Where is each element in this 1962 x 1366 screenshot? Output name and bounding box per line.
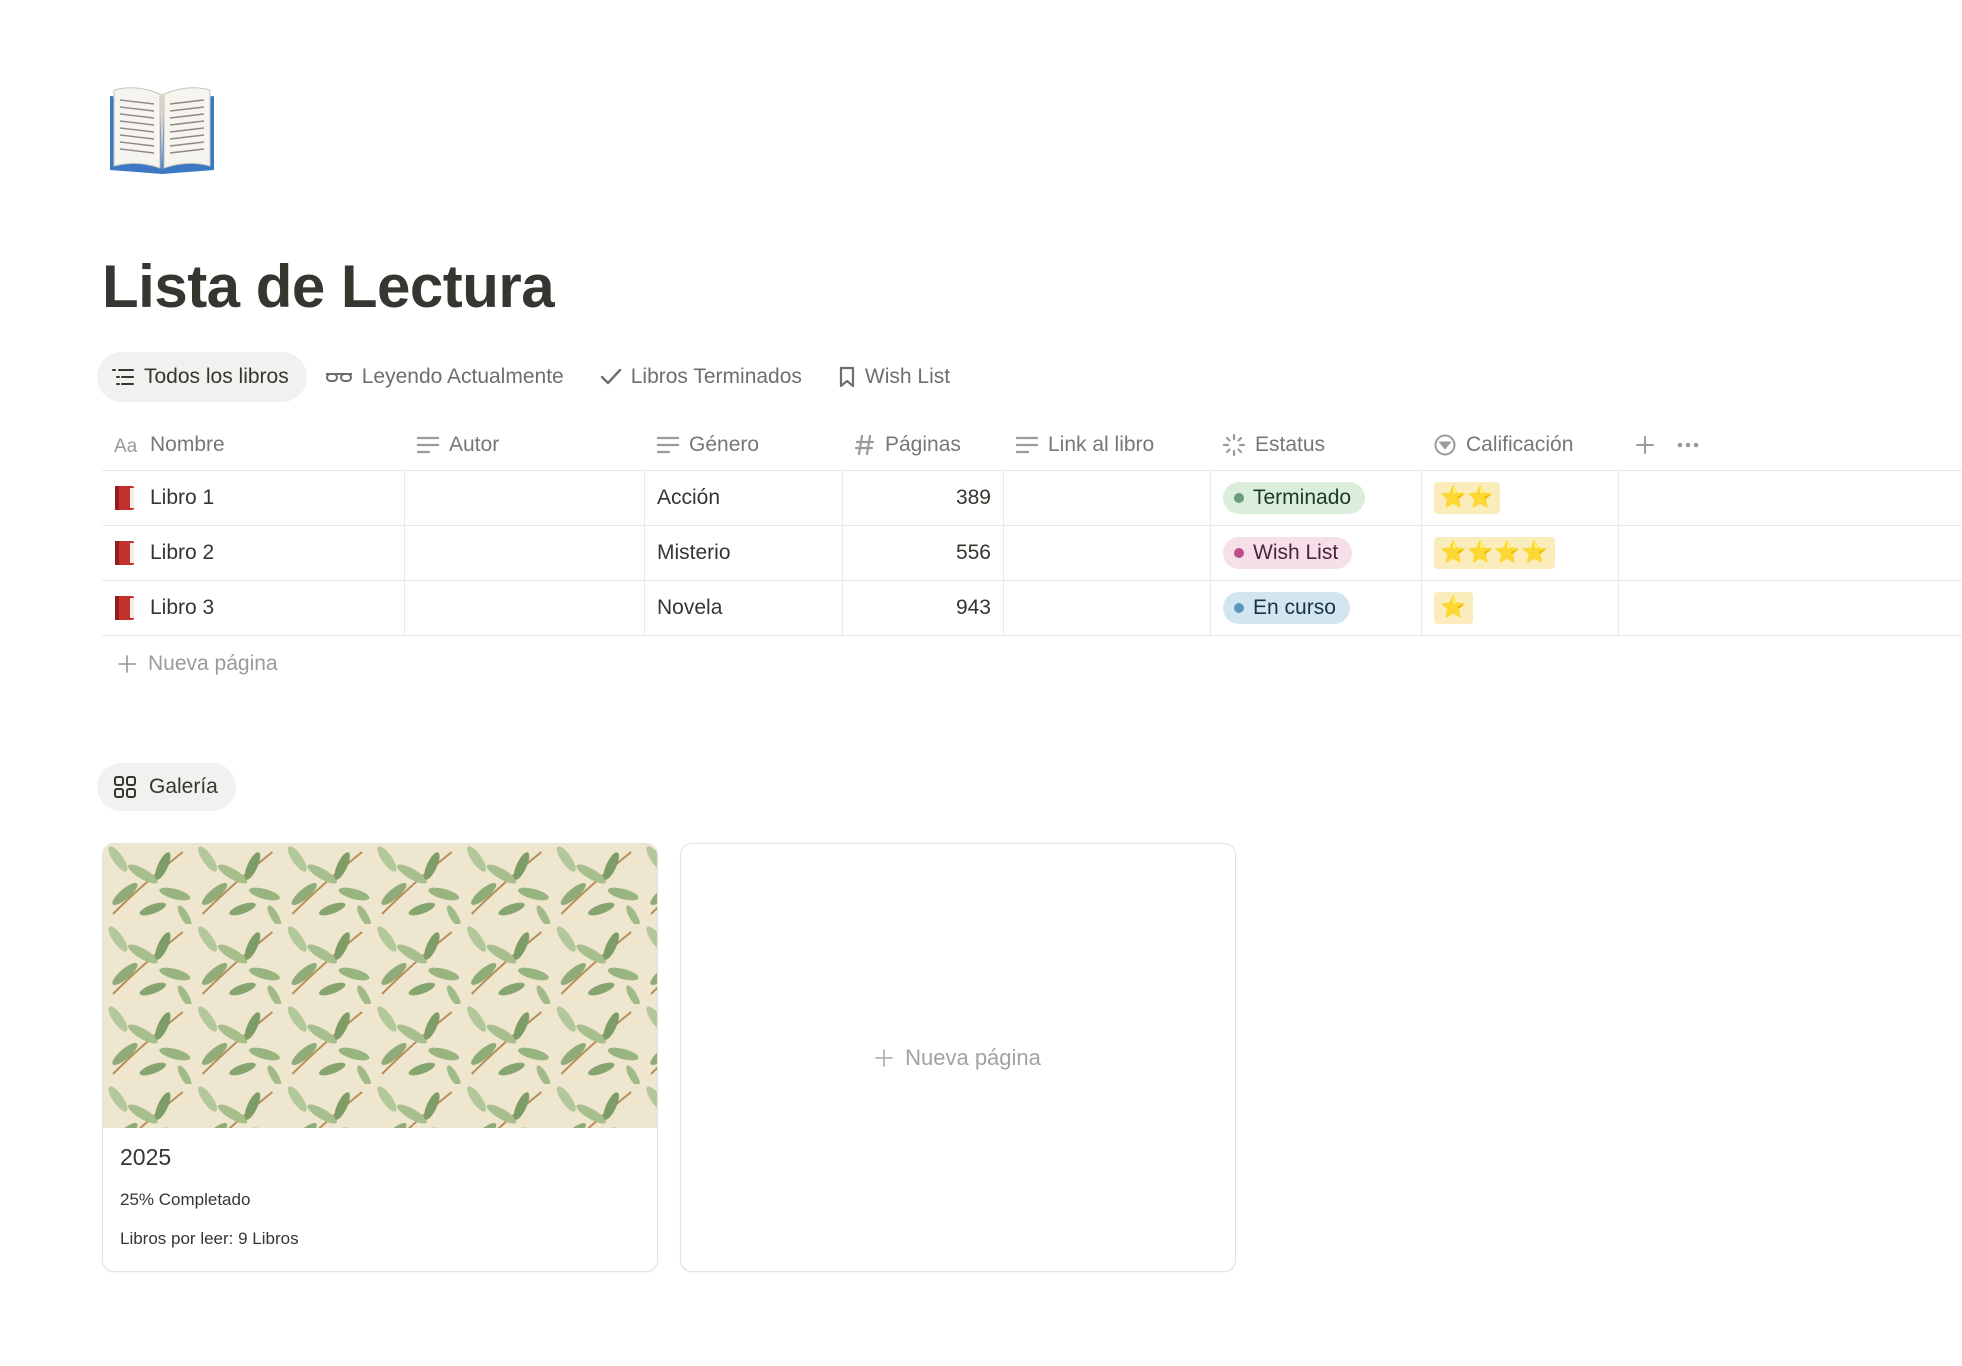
cell-paginas[interactable]: 943 bbox=[843, 581, 1004, 635]
view-tabs: Todos los libros Leyendo Actualmente Lib… bbox=[97, 351, 968, 403]
book-title: Libro 3 bbox=[150, 596, 215, 619]
status-spinner-icon bbox=[1223, 433, 1245, 456]
open-book-icon[interactable] bbox=[106, 82, 218, 178]
add-card-label: Nueva página bbox=[905, 1044, 1041, 1070]
cover-image bbox=[103, 844, 657, 1128]
cell-estatus[interactable]: Wish List bbox=[1211, 526, 1422, 580]
tab-leyendo-actualmente[interactable]: Leyendo Actualmente bbox=[311, 352, 582, 402]
add-gallery-card[interactable]: Nueva página bbox=[680, 843, 1236, 1272]
plus-icon bbox=[875, 1048, 894, 1067]
cell-estatus[interactable]: En curso bbox=[1211, 581, 1422, 635]
checkmark-icon bbox=[600, 368, 621, 385]
gallery-grid-icon bbox=[114, 776, 136, 798]
tab-label: Libros Terminados bbox=[630, 365, 802, 388]
cell-autor[interactable] bbox=[405, 471, 645, 525]
column-header-calificacion[interactable]: Calificación bbox=[1422, 419, 1619, 470]
red-book-icon bbox=[114, 595, 136, 621]
column-header-nombre[interactable]: Aa Nombre bbox=[102, 419, 405, 470]
svg-text:Aa: Aa bbox=[114, 436, 138, 454]
rating-stars: ⭐ bbox=[1434, 592, 1474, 624]
cell-nombre[interactable]: Libro 2 bbox=[102, 526, 405, 580]
tab-libros-terminados[interactable]: Libros Terminados bbox=[586, 352, 820, 402]
cell-genero[interactable]: Misterio bbox=[645, 526, 843, 580]
status-badge: Terminado bbox=[1223, 482, 1366, 514]
column-actions bbox=[1619, 419, 1962, 470]
list-icon bbox=[112, 369, 134, 385]
cell-paginas[interactable]: 556 bbox=[843, 526, 1004, 580]
status-badge: En curso bbox=[1223, 592, 1350, 624]
more-options-icon[interactable] bbox=[1677, 442, 1699, 448]
column-header-estatus[interactable]: Estatus bbox=[1211, 419, 1422, 470]
card-progress: 25% Completado bbox=[120, 1190, 251, 1209]
cell-empty bbox=[1619, 526, 1962, 580]
column-header-autor[interactable]: Autor bbox=[405, 419, 645, 470]
table-row[interactable]: Libro 3 Novela 943 En curso ⭐ bbox=[102, 581, 1962, 636]
text-lines-icon bbox=[1016, 436, 1038, 453]
tab-galeria[interactable]: Galería bbox=[97, 763, 236, 811]
status-badge: Wish List bbox=[1223, 537, 1353, 569]
table-row[interactable]: Libro 1 Acción 389 Terminado ⭐⭐ bbox=[102, 471, 1962, 526]
add-page-label: Nueva página bbox=[148, 652, 278, 675]
cell-calificacion[interactable]: ⭐⭐⭐⭐ bbox=[1422, 526, 1619, 580]
table-row[interactable]: Libro 2 Misterio 556 Wish List ⭐⭐⭐⭐ bbox=[102, 526, 1962, 581]
tab-label: Wish List bbox=[864, 365, 951, 388]
book-title: Libro 1 bbox=[150, 486, 215, 509]
tab-wish-list[interactable]: Wish List bbox=[824, 352, 968, 402]
gallery-card[interactable]: 2025 25% Completado Libros por leer: 9 L… bbox=[102, 843, 658, 1272]
hash-icon bbox=[855, 434, 875, 455]
tab-label: Todos los libros bbox=[144, 365, 289, 388]
column-header-link[interactable]: Link al libro bbox=[1004, 419, 1211, 470]
column-header-genero[interactable]: Género bbox=[645, 419, 843, 470]
cell-link[interactable] bbox=[1004, 471, 1211, 525]
red-book-icon bbox=[114, 540, 136, 566]
cell-autor[interactable] bbox=[405, 526, 645, 580]
rating-stars: ⭐⭐ bbox=[1434, 482, 1501, 514]
cell-empty bbox=[1619, 581, 1962, 635]
cell-nombre[interactable]: Libro 3 bbox=[102, 581, 405, 635]
bookmark-icon bbox=[839, 366, 855, 388]
tab-label: Leyendo Actualmente bbox=[361, 365, 564, 388]
cell-genero[interactable]: Novela bbox=[645, 581, 843, 635]
cell-estatus[interactable]: Terminado bbox=[1211, 471, 1422, 525]
text-lines-icon bbox=[657, 436, 679, 453]
cell-calificacion[interactable]: ⭐ bbox=[1422, 581, 1619, 635]
page-title[interactable]: Lista de Lectura bbox=[102, 252, 555, 321]
card-title: 2025 bbox=[120, 1144, 172, 1170]
title-aa-icon: Aa bbox=[114, 436, 138, 454]
cell-nombre[interactable]: Libro 1 bbox=[102, 471, 405, 525]
card-pending-books: Libros por leer: 9 Libros bbox=[120, 1229, 299, 1248]
text-lines-icon bbox=[417, 436, 439, 453]
glasses-icon bbox=[325, 373, 352, 382]
tab-todos-los-libros[interactable]: Todos los libros bbox=[97, 352, 307, 402]
column-header-paginas[interactable]: Páginas bbox=[843, 419, 1004, 470]
cell-calificacion[interactable]: ⭐⭐ bbox=[1422, 471, 1619, 525]
book-title: Libro 2 bbox=[150, 541, 215, 564]
select-circle-icon bbox=[1434, 434, 1456, 455]
cell-paginas[interactable]: 389 bbox=[843, 471, 1004, 525]
tab-label: Galería bbox=[149, 775, 218, 798]
cell-genero[interactable]: Acción bbox=[645, 471, 843, 525]
cell-link[interactable] bbox=[1004, 581, 1211, 635]
rating-stars: ⭐⭐⭐⭐ bbox=[1434, 537, 1555, 569]
red-book-icon bbox=[114, 485, 136, 511]
cell-autor[interactable] bbox=[405, 581, 645, 635]
add-page-row[interactable]: Nueva página bbox=[102, 636, 1962, 692]
table-header: Aa Nombre Autor Género Páginas Link al l… bbox=[102, 419, 1962, 471]
plus-icon bbox=[118, 655, 136, 673]
add-column-icon[interactable] bbox=[1635, 435, 1655, 455]
cell-link[interactable] bbox=[1004, 526, 1211, 580]
cell-empty bbox=[1619, 471, 1962, 525]
books-table: Aa Nombre Autor Género Páginas Link al l… bbox=[102, 419, 1962, 692]
